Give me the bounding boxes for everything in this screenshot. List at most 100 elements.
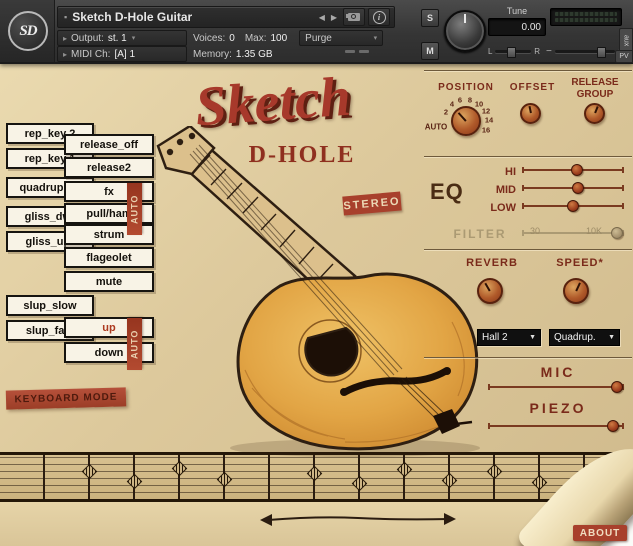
slider-handle[interactable] [611,381,623,393]
level-meter [550,8,622,26]
position-knob[interactable] [451,106,481,136]
snapshot-button[interactable] [343,8,365,26]
brand-logo-block: SD [0,0,55,62]
divider [424,156,632,157]
filter-min-label: 30 [530,226,540,236]
keyswitch-release2[interactable]: release2 [64,157,154,178]
filter-label: FILTER [448,227,512,241]
purge-menu[interactable]: Purge ▾ [299,30,383,46]
keyswitch-release-off[interactable]: release_off [64,134,154,155]
speed-knob[interactable] [563,278,589,304]
output-value: st. 1 [108,33,127,44]
reverb-label: REVERB [462,257,522,269]
position-auto-label: AUTO [425,123,448,132]
reverb-knob[interactable] [477,278,503,304]
pv-tab[interactable]: PV [615,50,633,63]
release-group-knob[interactable] [584,103,605,124]
reverb-type-value: Hall 2 [482,332,526,343]
auto-ribbon-direction[interactable]: AUTO [127,318,142,370]
instrument-title: Sketch D-Hole Guitar [72,10,315,24]
reverb-type-dropdown[interactable]: Hall 2 ▼ [477,329,541,346]
minus-icon[interactable]: − [546,46,552,57]
position-tick: 8 [468,96,472,105]
keyswitch-slup-slow[interactable]: slup_slow [6,295,94,316]
guitar-illustration [140,126,485,458]
slider-track [488,386,624,388]
volume-slider[interactable]: − + [546,45,624,58]
solo-button[interactable]: S [421,9,439,27]
voices-label: Voices: [193,33,225,44]
divider [424,249,632,250]
piezo-slider[interactable] [488,420,624,432]
position-tick: 6 [458,96,462,105]
offset-label: OFFSET [505,82,560,93]
eq-label: EQ [430,179,464,205]
divider [424,357,632,358]
slider-track [488,425,624,427]
bullet-icon: ▪ [64,12,67,22]
eq-hi-label: HI [488,166,516,178]
chevron-down-icon: ▾ [132,34,136,42]
chevron-down-icon: ▾ [374,34,378,42]
tune-label: Tune [488,6,546,16]
sketch-logo: Sketch [186,64,360,140]
tune-knob[interactable] [444,10,486,52]
meter-dashes [345,50,371,54]
expand-icon: ▸ [63,34,67,43]
output-select[interactable]: ▸ Output: st. 1 ▾ [57,30,187,46]
next-instrument-button[interactable]: ▶ [328,11,340,24]
midi-channel-select[interactable]: ▸ MIDI Ch: [A] 1 [57,46,187,62]
position-tick: 16 [482,126,490,135]
mic-label: MIC [518,364,598,380]
divider [424,70,632,71]
voices-value: 0 [229,33,235,44]
slider-handle[interactable] [607,420,619,432]
position-tick: 12 [482,107,490,116]
slider-handle[interactable] [571,164,583,176]
eq-hi-slider[interactable] [522,164,624,176]
slider-handle[interactable] [611,227,623,239]
keyswitch-flageolet[interactable]: flageolet [64,247,154,268]
kontakt-header: SD ▪ Sketch D-Hole Guitar ◀ ▶ i ▸ Output… [0,0,633,64]
prev-instrument-button[interactable]: ◀ [316,11,328,24]
slider-handle[interactable] [572,182,584,194]
instrument-title-bar[interactable]: ▪ Sketch D-Hole Guitar ◀ ▶ i [57,6,395,28]
slider-handle[interactable] [567,200,579,212]
eq-low-label: LOW [488,202,516,214]
keyboard-mode-button[interactable]: KEYBOARD MODE [6,387,126,409]
mute-button[interactable]: M [421,42,439,60]
pan-handle[interactable] [507,47,516,58]
position-tick: 2 [444,108,448,117]
chevron-down-icon: ▼ [608,334,615,341]
pan-right-label: R [534,47,540,56]
volume-handle[interactable] [597,47,606,58]
keyswitch-mute[interactable]: mute [64,271,154,292]
chevron-down-icon: ▼ [529,334,536,341]
pan-track[interactable] [495,50,531,53]
release-group-label: RELEASE GROUP [565,77,625,100]
auto-ribbon-articulations[interactable]: AUTO [127,183,142,235]
max-voices-label: Max: [245,33,267,44]
eq-mid-slider[interactable] [522,182,624,194]
offset-knob[interactable] [520,103,541,124]
purge-label: Purge [305,33,368,44]
position-tick: 4 [450,100,454,109]
memory-value: 1.35 GB [236,49,273,60]
filter-slider[interactable]: 30 10K [522,227,624,239]
eq-low-slider[interactable] [522,200,624,212]
info-button[interactable]: i [368,8,390,26]
midi-label: MIDI Ch: [71,49,110,60]
speed-label: SPEED* [550,257,610,269]
volume-track[interactable] [555,50,615,53]
memory-label: Memory: [193,49,232,60]
speed-mode-dropdown[interactable]: Quadrup. ▼ [549,329,620,346]
camera-icon [348,13,360,21]
mic-slider[interactable] [488,381,624,393]
eq-mid-label: MID [488,184,516,196]
pan-slider[interactable]: L R [488,45,540,58]
about-button[interactable]: ABOUT [573,525,627,541]
sd-logo: SD [8,11,48,51]
tune-value[interactable]: 0.00 [488,18,546,36]
piezo-label: PIEZO [513,400,603,416]
max-voices-value: 100 [270,33,287,44]
